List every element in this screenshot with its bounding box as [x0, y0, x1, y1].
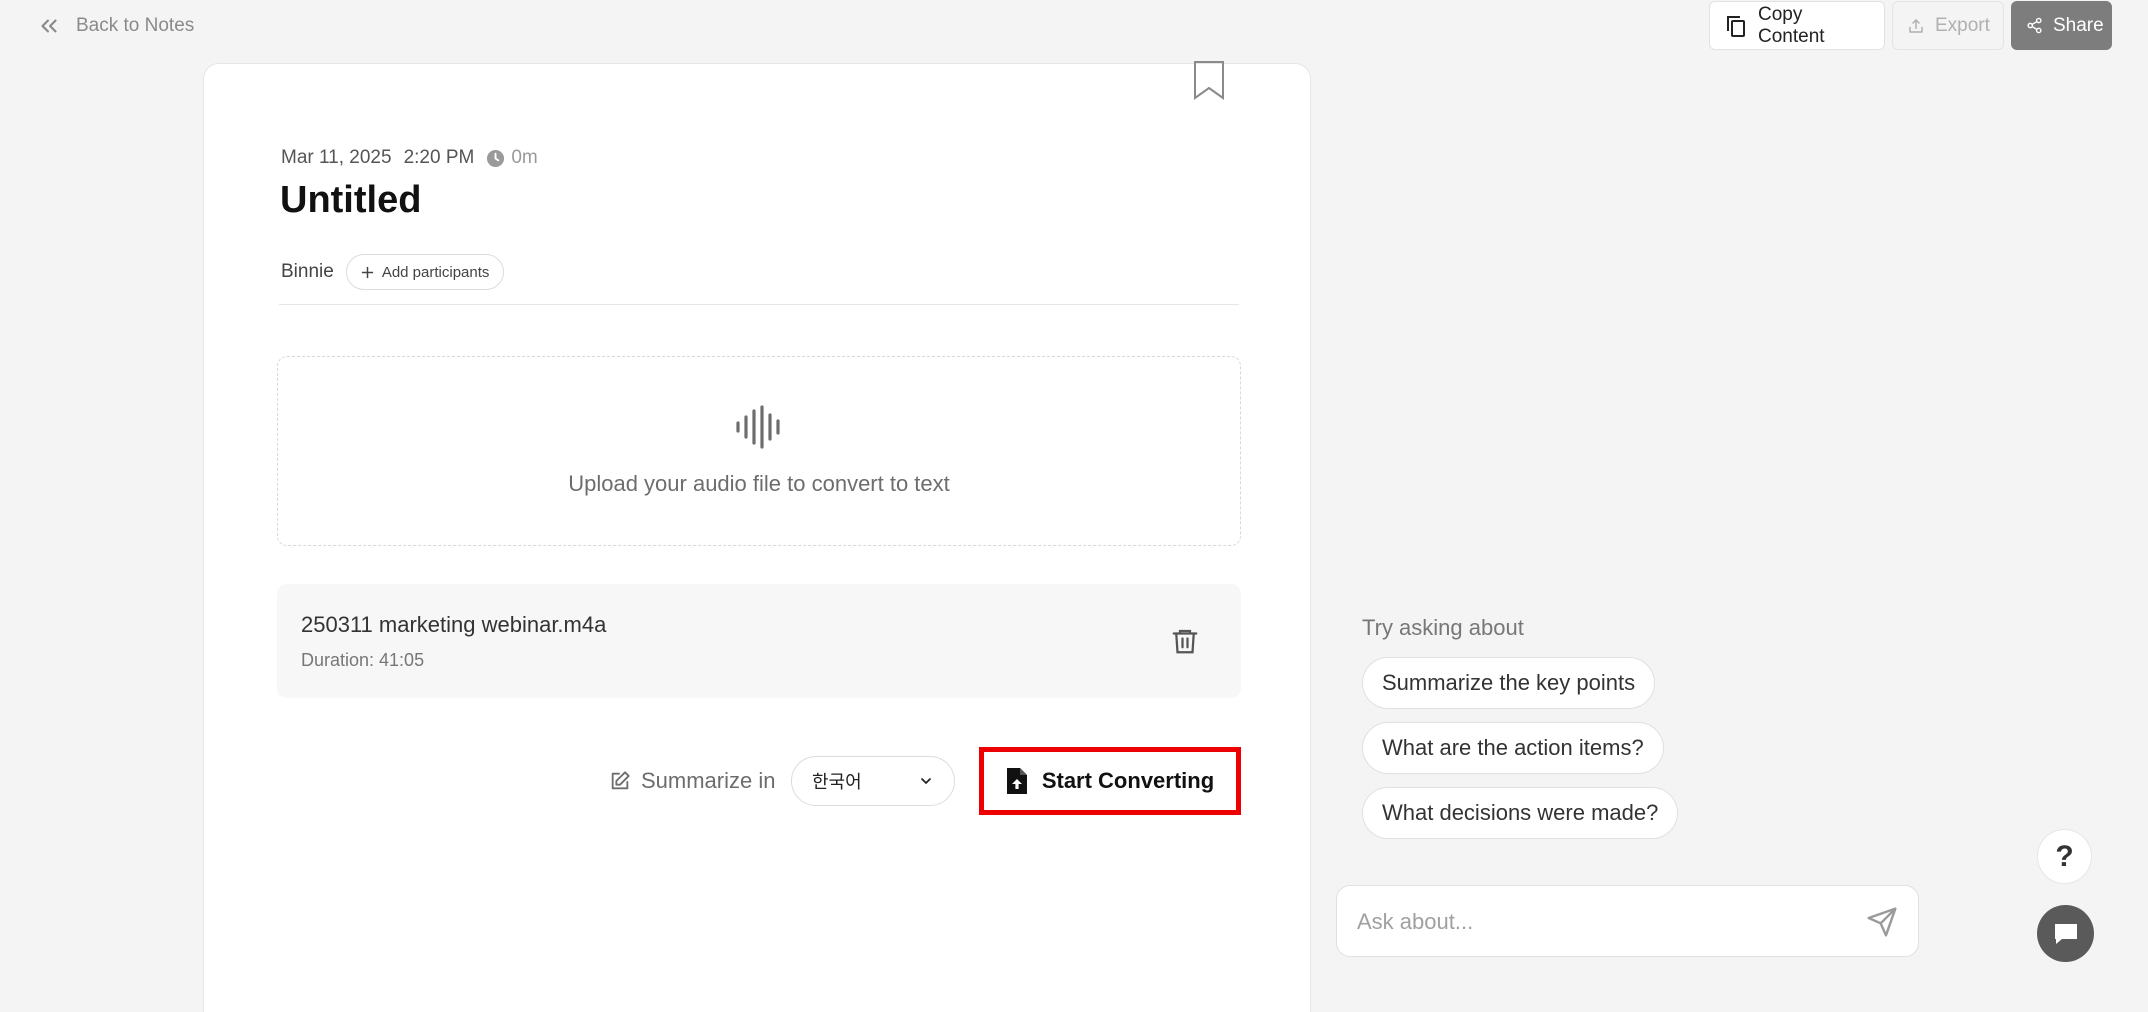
trash-icon[interactable] — [1170, 626, 1200, 656]
chevron-down-icon — [921, 778, 931, 784]
double-chevron-left-icon — [41, 19, 57, 33]
share-label: Share — [2053, 14, 2104, 36]
header-divider — [279, 304, 1239, 305]
suggestion-chip[interactable]: What decisions were made? — [1362, 787, 1679, 839]
note-duration: 0m — [486, 147, 538, 169]
summarize-in-label: Summarize in — [609, 763, 775, 799]
note-duration-value: 0m — [511, 147, 538, 168]
participant-name: Binnie — [281, 261, 334, 282]
suggestion-chip[interactable]: What are the action items? — [1362, 722, 1664, 774]
copy-icon — [1727, 15, 1745, 37]
ask-input[interactable] — [1357, 904, 1837, 940]
file-upload-icon — [1006, 768, 1027, 794]
ask-box — [1336, 885, 1919, 957]
start-converting-label: Start Converting — [1041, 768, 1215, 793]
note-card: Mar 11, 2025 2:20 PM 0m Untitled Binnie … — [203, 60, 1311, 1012]
send-icon[interactable] — [1866, 906, 1898, 938]
app-page: Back to Notes Copy Content Export Share — [0, 0, 2148, 1012]
back-to-notes-label: Back to Notes — [76, 15, 195, 36]
back-to-notes-link[interactable]: Back to Notes — [36, 12, 194, 40]
share-button[interactable]: Share — [2011, 1, 2112, 50]
file-name: 250311 marketing webinar.m4a — [301, 612, 607, 637]
copy-content-label: Copy Content — [1758, 3, 1825, 47]
suggestion-chip[interactable]: Summarize the key points — [1362, 657, 1656, 709]
bookmark-icon[interactable] — [1192, 60, 1226, 100]
upload-icon — [1909, 18, 1923, 33]
add-participants-button[interactable]: Add participants — [345, 254, 505, 290]
summarize-in-text: Summarize in — [641, 768, 776, 793]
language-value: 한국어 — [812, 772, 862, 792]
add-participants-label: Add participants — [381, 263, 490, 281]
audio-upload-dropzone[interactable]: Upload your audio file to convert to tex… — [277, 356, 1241, 546]
waveform-icon — [736, 405, 780, 449]
note-time: 2:20 PM — [403, 147, 475, 168]
help-button[interactable]: ? — [2037, 829, 2092, 884]
plus-icon — [361, 266, 373, 278]
note-meta: Mar 11, 2025 2:20 PM 0m — [281, 144, 538, 172]
file-duration: Duration: 41:05 — [301, 650, 425, 670]
export-label: Export — [1935, 14, 1990, 36]
note-date: Mar 11, 2025 — [281, 147, 392, 168]
copy-content-button[interactable]: Copy Content — [1709, 1, 1885, 50]
language-select[interactable]: 한국어 — [791, 756, 955, 806]
edit-icon — [611, 771, 630, 790]
start-converting-button[interactable]: Start Converting — [979, 747, 1241, 815]
participants-row: Binnie Add participants — [281, 254, 505, 290]
try-asking-label: Try asking about — [1362, 615, 1524, 640]
uploaded-file-item: 250311 marketing webinar.m4a Duration: 4… — [277, 584, 1241, 698]
chat-icon — [2054, 923, 2077, 944]
clock-icon — [487, 149, 505, 167]
note-title[interactable]: Untitled — [280, 179, 421, 222]
share-icon — [2027, 17, 2042, 34]
chat-button[interactable] — [2037, 905, 2094, 962]
export-button[interactable]: Export — [1892, 1, 2004, 50]
upload-prompt: Upload your audio file to convert to tex… — [568, 471, 950, 496]
